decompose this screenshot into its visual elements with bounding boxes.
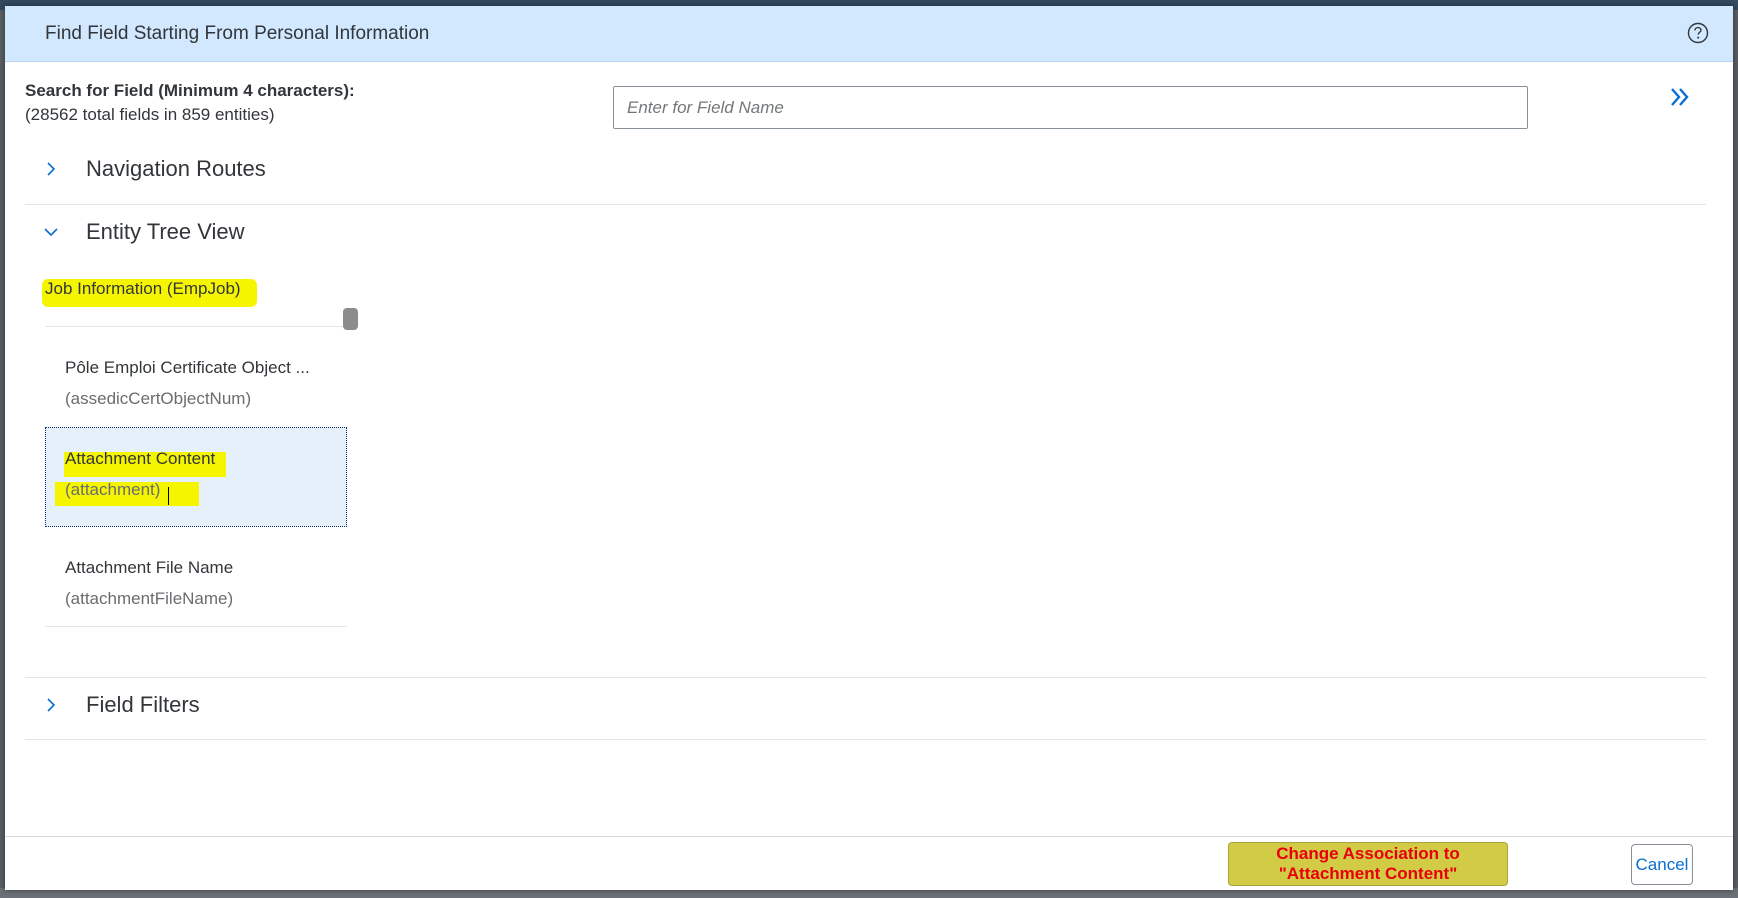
field-name: Pôle Emploi Certificate Object ... [65, 358, 310, 377]
text-cursor [168, 487, 169, 505]
list-item[interactable]: Pôle Emploi Certificate Object ... (asse… [45, 336, 347, 436]
divider [25, 739, 1706, 740]
field-technical-name: (attachmentFileName) [65, 589, 234, 608]
panel-field-filters[interactable]: Field Filters [25, 683, 1705, 731]
list-item[interactable]: Attachment File Name (attachmentFileName… [45, 536, 347, 636]
divider [45, 626, 347, 627]
scrollbar-thumb[interactable] [343, 308, 358, 330]
help-circle-icon[interactable] [1687, 22, 1709, 44]
list-item-label: Attachment Content (attachment) [45, 427, 347, 527]
field-technical-name: (attachment) [65, 480, 161, 499]
double-chevron-right-icon[interactable] [1667, 84, 1693, 110]
divider [25, 677, 1706, 678]
panel-title: Field Filters [86, 692, 200, 717]
chevron-right-icon [43, 697, 59, 713]
chevron-down-icon [43, 224, 59, 240]
panel-title: Entity Tree View [86, 219, 245, 244]
panel-entity-tree-view[interactable]: Entity Tree View [25, 210, 1705, 258]
entity-title: Job Information (EmpJob) [45, 279, 241, 298]
dialog-header: Find Field Starting From Personal Inform… [5, 6, 1733, 62]
field-technical-name: (assedicCertObjectNum) [65, 389, 252, 408]
field-count-text: (28562 total fields in 859 entities) [25, 105, 275, 124]
field-name: Attachment File Name [65, 558, 234, 577]
chevron-right-icon [43, 161, 59, 177]
field-name-search-input[interactable] [613, 86, 1528, 129]
panel-title: Navigation Routes [86, 156, 266, 181]
cancel-button[interactable]: Cancel [1631, 844, 1693, 885]
dialog-title: Find Field Starting From Personal Inform… [45, 23, 430, 44]
divider [45, 326, 345, 327]
change-association-button[interactable]: Change Association to "Attachment Conten… [1228, 842, 1508, 886]
search-label: Search for Field (Minimum 4 characters): [25, 81, 355, 100]
divider [25, 204, 1706, 205]
find-field-dialog: Find Field Starting From Personal Inform… [5, 6, 1733, 890]
panel-navigation-routes[interactable]: Navigation Routes [25, 147, 1705, 195]
field-name: Attachment Content [65, 449, 216, 468]
